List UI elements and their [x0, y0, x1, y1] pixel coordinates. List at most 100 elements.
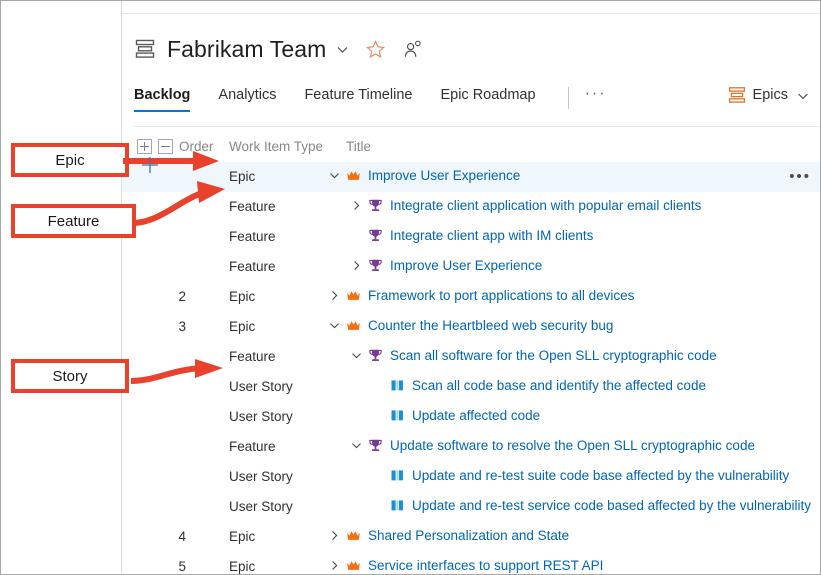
row-title-cell: Update software to resolve the Open SLL …: [350, 438, 755, 453]
row-work-item-type: Epic: [229, 289, 255, 304]
chevron-right-icon[interactable]: [350, 259, 363, 272]
chevron-right-icon[interactable]: [328, 529, 341, 542]
row-work-item-type: User Story: [229, 499, 293, 514]
tab-analytics[interactable]: Analytics: [218, 87, 276, 112]
trophy-icon: [368, 438, 383, 453]
row-title-cell: Update and re-test suite code base affec…: [372, 468, 789, 483]
table-row[interactable]: 4EpicShared Personalization and State: [122, 522, 821, 552]
column-header-title[interactable]: Title: [346, 139, 371, 154]
row-work-item-type: Feature: [229, 439, 276, 454]
table-row[interactable]: 3EpicCounter the Heartbleed web security…: [122, 312, 821, 342]
screenshot-root: Fabrikam Team Back: [0, 0, 821, 575]
table-row[interactable]: Feature Update software to resolve the Op…: [122, 432, 821, 462]
row-work-item-type: Feature: [229, 259, 276, 274]
row-title-link[interactable]: Integrate client app with IM clients: [390, 228, 593, 243]
trophy-icon: [368, 198, 383, 213]
row-context-menu-button[interactable]: •••: [789, 171, 811, 183]
row-order: 2: [162, 289, 186, 304]
row-title-link[interactable]: Update and re-test service code based af…: [412, 498, 811, 513]
page-title: Fabrikam Team: [167, 36, 326, 63]
trophy-icon: [368, 228, 383, 243]
user-story-icon: [390, 408, 405, 423]
star-icon[interactable]: [366, 40, 385, 59]
row-title-cell: Shared Personalization and State: [328, 528, 569, 543]
user-story-icon: [390, 498, 405, 513]
chevron-right-icon[interactable]: [328, 289, 341, 302]
row-title-link[interactable]: Shared Personalization and State: [368, 528, 569, 543]
row-title-link[interactable]: Update and re-test suite code base affec…: [412, 468, 789, 483]
row-title-link[interactable]: Update affected code: [412, 408, 540, 423]
table-row[interactable]: User StoryUpdate affected code: [122, 402, 821, 432]
crown-icon: [346, 318, 361, 333]
tab-bar-underline: [134, 126, 821, 127]
table-row[interactable]: Feature Integrate client app with IM clie…: [122, 222, 821, 252]
user-story-icon: [390, 378, 405, 393]
column-header-work-item-type[interactable]: Work Item Type: [229, 139, 323, 154]
backlog-grid: Epic Improve User Experience ••• Feature Int…: [122, 162, 821, 575]
row-title-cell: Service interfaces to support REST API: [328, 558, 603, 573]
table-row[interactable]: 2 Epic Framework to port applications to a…: [122, 282, 821, 312]
chevron-down-icon[interactable]: [336, 43, 349, 56]
backlog-levels-icon: [728, 86, 746, 104]
column-header-order[interactable]: Order: [179, 139, 214, 154]
annotation-box-story: Story: [11, 359, 129, 393]
chevron-right-icon[interactable]: [328, 559, 341, 572]
chevron-down-icon[interactable]: [350, 439, 363, 452]
table-row[interactable]: User Story Scan all code base and identif…: [122, 372, 821, 402]
table-row[interactable]: Feature Integrate client application with…: [122, 192, 821, 222]
person-add-icon[interactable]: [403, 40, 422, 59]
table-row[interactable]: EpicImprove User Experience•••: [122, 162, 821, 192]
trophy-icon: [368, 348, 383, 363]
chevron-down-icon[interactable]: [350, 349, 363, 362]
table-row[interactable]: 5EpicService interfaces to support REST …: [122, 552, 821, 575]
row-title-cell: Framework to port applications to all de…: [328, 288, 634, 303]
row-work-item-type: Feature: [229, 199, 276, 214]
row-title-cell: Scan all software for the Open SLL crypt…: [350, 348, 717, 363]
row-title-link[interactable]: Improve User Experience: [368, 168, 520, 183]
tab-feature-timeline[interactable]: Feature Timeline: [304, 87, 412, 112]
table-row[interactable]: User StoryUpdate and re-test suite code …: [122, 462, 821, 492]
crown-icon: [346, 528, 361, 543]
tab-overflow-button[interactable]: ···: [585, 87, 607, 101]
chevron-down-icon[interactable]: [328, 319, 341, 332]
backlog-levels-icon: [134, 38, 156, 60]
row-title-link[interactable]: Service interfaces to support REST API: [368, 558, 603, 573]
chevron-right-icon[interactable]: [350, 199, 363, 212]
row-work-item-type: Epic: [229, 559, 255, 574]
chevron-down-icon[interactable]: [328, 169, 341, 182]
row-work-item-type: User Story: [229, 379, 293, 394]
table-row[interactable]: User Story Update and re-test service cod…: [122, 492, 821, 522]
backlog-level-picker[interactable]: Epics: [728, 86, 809, 104]
row-title-cell: Update and re-test service code based af…: [372, 498, 811, 513]
row-work-item-type: Feature: [229, 349, 276, 364]
tab-backlog[interactable]: Backlog: [134, 87, 190, 112]
table-row[interactable]: Feature Improve User Experience: [122, 252, 821, 282]
team-title-row: Fabrikam Team: [134, 31, 422, 67]
expand-all-button[interactable]: [137, 139, 152, 154]
tab-separator: [568, 87, 569, 109]
row-title-link[interactable]: Scan all code base and identify the affe…: [412, 378, 706, 393]
chevron-down-icon[interactable]: [797, 89, 809, 101]
backlog-level-label: Epics: [753, 87, 788, 103]
annotation-box-feature: Feature: [11, 204, 136, 238]
row-title-link[interactable]: Framework to port applications to all de…: [368, 288, 634, 303]
annotation-label-epic: Epic: [55, 152, 84, 169]
crown-icon: [346, 558, 361, 573]
row-title-cell: Improve User Experience: [350, 258, 542, 273]
collapse-all-button[interactable]: [158, 139, 173, 154]
row-title-cell: Scan all code base and identify the affe…: [372, 378, 706, 393]
row-work-item-type: Feature: [229, 229, 276, 244]
column-header-row: Order Work Item Type Title: [122, 134, 821, 162]
azure-devops-backlog-app: Fabrikam Team Back: [122, 14, 821, 575]
row-title-link[interactable]: Improve User Experience: [390, 258, 542, 273]
tab-bar: Backlog Analytics Feature Timeline Epic …: [134, 87, 821, 127]
row-order: 3: [162, 319, 186, 334]
tab-list: Backlog Analytics Feature Timeline Epic …: [134, 87, 821, 127]
row-title-link[interactable]: Integrate client application with popula…: [390, 198, 701, 213]
row-title-link[interactable]: Update software to resolve the Open SLL …: [390, 438, 755, 453]
annotation-box-epic: Epic: [11, 143, 129, 177]
table-row[interactable]: Feature Scan all software for the Open SL…: [122, 342, 821, 372]
row-title-link[interactable]: Counter the Heartbleed web security bug: [368, 318, 613, 333]
row-title-link[interactable]: Scan all software for the Open SLL crypt…: [390, 348, 717, 363]
tab-epic-roadmap[interactable]: Epic Roadmap: [440, 87, 535, 112]
